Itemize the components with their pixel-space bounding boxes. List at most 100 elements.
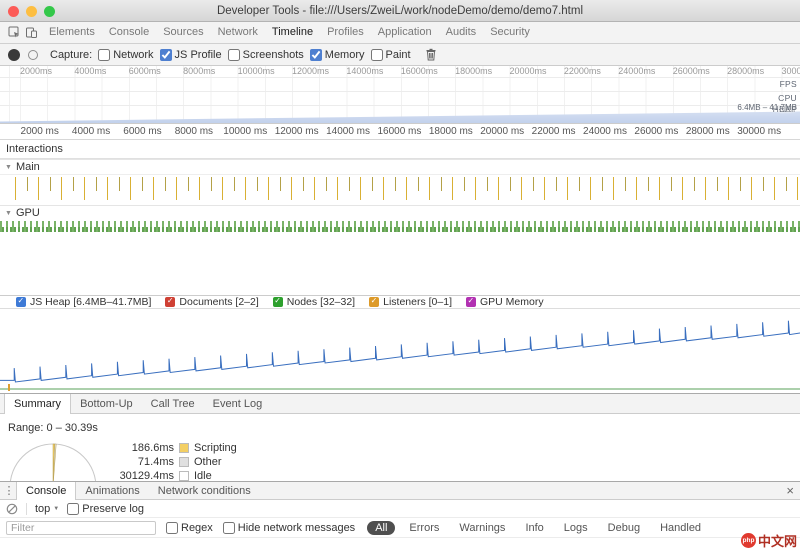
main-flamechart-track[interactable]: [0, 175, 800, 205]
tab-timeline[interactable]: Timeline: [265, 22, 320, 43]
ruler-label: 6000ms: [129, 66, 183, 77]
flamechart-empty-area[interactable]: [0, 233, 800, 295]
capture-jsprofile-checkbox[interactable]: JS Profile: [160, 49, 222, 61]
overview-row-cpu-label: CPU: [778, 93, 797, 103]
counter-listeners[interactable]: Listeners [0–1]: [369, 296, 452, 308]
memory-checkbox-input[interactable]: [310, 49, 322, 61]
ruler-label: 22000 ms: [528, 126, 579, 137]
ruler-label: 24000ms: [618, 66, 672, 77]
drawer-tab-console[interactable]: Console: [16, 482, 76, 500]
summary-pane: Range: 0 – 30.39s 186.6ms Scripting 71.4…: [0, 414, 800, 481]
hide-network-messages-checkbox[interactable]: Hide network messages: [223, 522, 355, 534]
regex-checkbox[interactable]: Regex: [166, 522, 213, 534]
marker-tick: [8, 384, 10, 391]
other-swatch: [179, 457, 189, 467]
preserve-log-input[interactable]: [67, 503, 79, 515]
tab-application[interactable]: Application: [371, 22, 439, 43]
gpu-section-label: GPU: [16, 207, 40, 219]
preserve-log-checkbox[interactable]: Preserve log: [67, 503, 144, 515]
regex-input[interactable]: [166, 522, 178, 534]
capture-paint-checkbox[interactable]: Paint: [371, 49, 411, 61]
tab-sources[interactable]: Sources: [156, 22, 210, 43]
network-checkbox-input[interactable]: [98, 49, 110, 61]
filter-input[interactable]: [6, 521, 156, 535]
tab-elements[interactable]: Elements: [42, 22, 102, 43]
ruler-label: 20000 ms: [477, 126, 528, 137]
ruler-label: 14000 ms: [322, 126, 373, 137]
counter-js-heap[interactable]: JS Heap [6.4MB–41.7MB]: [16, 296, 151, 308]
timeline-overview[interactable]: 2000ms 4000ms 6000ms 8000ms 10000ms 1200…: [0, 66, 800, 124]
checked-checkbox-icon[interactable]: [369, 297, 379, 307]
tab-security[interactable]: Security: [483, 22, 537, 43]
checked-checkbox-icon[interactable]: [273, 297, 283, 307]
level-debug[interactable]: Debug: [602, 521, 646, 535]
php-logo-icon: php: [741, 533, 756, 548]
ruler-label: 14000ms: [346, 66, 400, 77]
scripting-swatch: [179, 443, 189, 453]
close-drawer-icon[interactable]: ×: [786, 483, 794, 499]
clear-recording-button[interactable]: [28, 50, 38, 60]
close-window-button[interactable]: [8, 6, 19, 17]
tab-summary[interactable]: Summary: [4, 394, 71, 414]
ruler-label: 26000ms: [673, 66, 727, 77]
timeline-ruler[interactable]: 2000 ms 4000 ms 6000 ms 8000 ms 10000 ms…: [0, 124, 800, 140]
checked-checkbox-icon[interactable]: [165, 297, 175, 307]
ruler-label: 30000ms: [781, 66, 800, 77]
inspect-icon[interactable]: [8, 26, 21, 39]
level-errors[interactable]: Errors: [403, 521, 445, 535]
tab-call-tree[interactable]: Call Tree: [142, 394, 204, 413]
console-messages-area[interactable]: php 中文网: [0, 538, 800, 550]
ruler-label: 6000 ms: [117, 126, 168, 137]
drawer-tabbar: ⋮ Console Animations Network conditions …: [0, 482, 800, 500]
tab-audits[interactable]: Audits: [439, 22, 484, 43]
disclosure-triangle-icon[interactable]: ▼: [5, 164, 12, 171]
memory-counters-bar: JS Heap [6.4MB–41.7MB] Documents [2–2] N…: [0, 295, 800, 309]
more-tabs-icon[interactable]: ⋮: [2, 482, 16, 499]
level-info[interactable]: Info: [519, 521, 549, 535]
ruler-label: 16000 ms: [374, 126, 425, 137]
console-toolbar: top ▼ Preserve log: [0, 500, 800, 518]
level-handled[interactable]: Handled: [654, 521, 707, 535]
tab-console[interactable]: Console: [102, 22, 156, 43]
capture-network-checkbox[interactable]: Network: [98, 49, 153, 61]
record-button[interactable]: [8, 49, 20, 61]
overview-row-fps-label: FPS: [780, 79, 797, 89]
level-all[interactable]: All: [367, 521, 395, 535]
capture-screenshots-checkbox[interactable]: Screenshots: [228, 49, 304, 61]
interactions-label: Interactions: [6, 143, 63, 155]
hide-network-input[interactable]: [223, 522, 235, 534]
drawer-tab-animations[interactable]: Animations: [76, 482, 148, 499]
zoom-window-button[interactable]: [44, 6, 55, 17]
drawer-tab-network-conditions[interactable]: Network conditions: [149, 482, 260, 499]
clear-console-icon[interactable]: [6, 503, 18, 515]
jsprofile-checkbox-input[interactable]: [160, 49, 172, 61]
tab-profiles[interactable]: Profiles: [320, 22, 371, 43]
capture-memory-checkbox[interactable]: Memory: [310, 49, 365, 61]
device-toolbar-icon[interactable]: [25, 26, 38, 39]
counter-documents[interactable]: Documents [2–2]: [165, 296, 258, 308]
counter-gpu-memory[interactable]: GPU Memory: [466, 296, 544, 308]
ruler-label: 28000ms: [727, 66, 781, 77]
tab-network[interactable]: Network: [211, 22, 265, 43]
gpu-track[interactable]: [0, 220, 800, 233]
js-heap-line: [0, 321, 800, 382]
level-logs[interactable]: Logs: [558, 521, 594, 535]
screenshots-checkbox-input[interactable]: [228, 49, 240, 61]
minimize-window-button[interactable]: [26, 6, 37, 17]
memory-chart[interactable]: [0, 309, 800, 393]
main-section-header[interactable]: ▼ Main: [0, 159, 800, 175]
tab-bottom-up[interactable]: Bottom-Up: [71, 394, 142, 413]
ruler-label: 18000ms: [455, 66, 509, 77]
disclosure-triangle-icon[interactable]: ▼: [5, 210, 12, 217]
gpu-section-header[interactable]: ▼ GPU: [0, 205, 800, 220]
level-warnings[interactable]: Warnings: [453, 521, 511, 535]
checked-checkbox-icon[interactable]: [16, 297, 26, 307]
counter-nodes[interactable]: Nodes [32–32]: [273, 296, 355, 308]
paint-checkbox-input[interactable]: [371, 49, 383, 61]
checked-checkbox-icon[interactable]: [466, 297, 476, 307]
execution-context-selector[interactable]: top ▼: [35, 503, 59, 515]
console-level-filters: All Errors Warnings Info Logs Debug Hand…: [367, 521, 707, 535]
tab-event-log[interactable]: Event Log: [204, 394, 272, 413]
trash-icon[interactable]: [425, 48, 437, 61]
devtools-window: Developer Tools - file:///Users/ZweiL/wo…: [0, 0, 800, 550]
